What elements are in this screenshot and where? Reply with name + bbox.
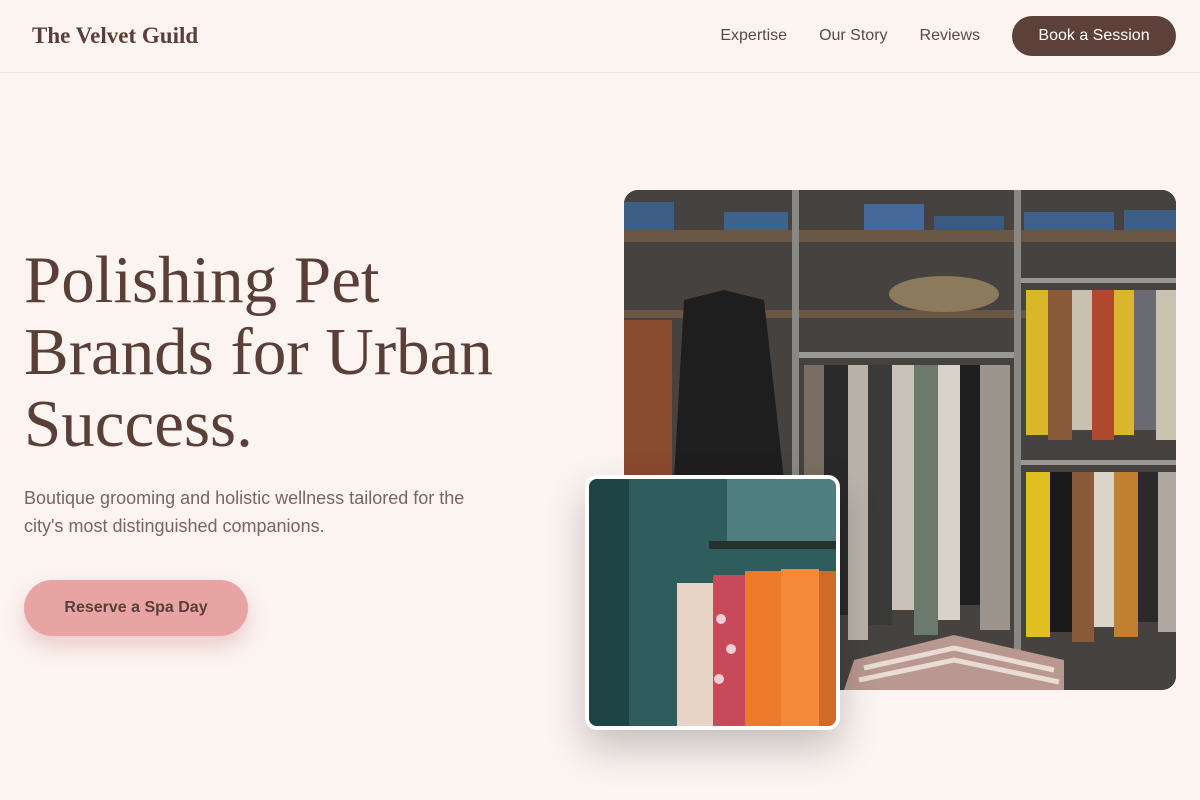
brand-logo[interactable]: The Velvet Guild [32, 23, 198, 49]
nav-link-our-story[interactable]: Our Story [819, 27, 887, 45]
nav-link-reviews[interactable]: Reviews [920, 27, 980, 45]
book-session-button[interactable]: Book a Session [1012, 16, 1176, 56]
main-nav: Expertise Our Story Reviews Book a Sessi… [720, 16, 1176, 56]
reserve-spa-day-button[interactable]: Reserve a Spa Day [24, 580, 248, 636]
site-header: The Velvet Guild Expertise Our Story Rev… [0, 0, 1200, 73]
hero-secondary-image [585, 475, 840, 730]
hero-title: Polishing Pet Brands for Urban Success. [24, 243, 493, 461]
hero-subtitle: Boutique grooming and holistic wellness … [24, 488, 465, 536]
nav-link-expertise[interactable]: Expertise [720, 27, 787, 45]
